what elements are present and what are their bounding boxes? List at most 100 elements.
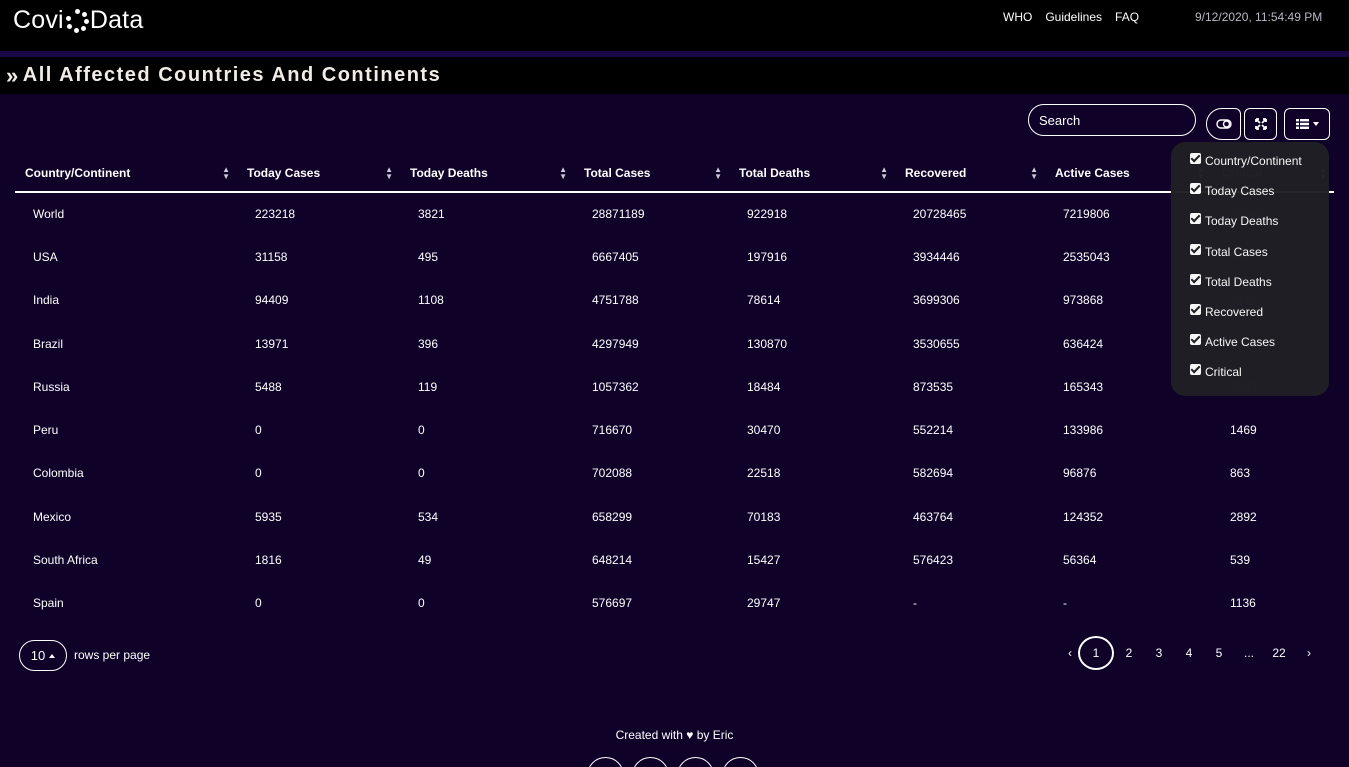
checkbox-checked-icon[interactable] bbox=[1190, 334, 1201, 346]
value-cell: 13971 bbox=[255, 336, 289, 351]
table-row[interactable]: India94409110847517887861436993069738688… bbox=[15, 279, 1334, 322]
value-cell: 130870 bbox=[747, 336, 788, 351]
table-row[interactable]: World 223218 3821 28871189 922918 20728465 721… bbox=[15, 192, 1334, 235]
nav-link-faq[interactable]: FAQ bbox=[1115, 10, 1139, 24]
column-header[interactable]: Today Deaths ▲ ▼ bbox=[400, 155, 574, 193]
value-cell: 1136 bbox=[1230, 596, 1256, 611]
credit-suffix: by Eric bbox=[696, 728, 734, 742]
next-page-button[interactable]: › bbox=[1294, 646, 1324, 660]
page-button[interactable]: 2 bbox=[1114, 646, 1144, 660]
page-button-current[interactable]: 1 bbox=[1078, 636, 1114, 670]
checkbox-checked-icon[interactable] bbox=[1190, 183, 1201, 195]
country-cell: USA bbox=[33, 249, 58, 264]
checkbox-checked-icon[interactable] bbox=[1190, 243, 1201, 255]
column-toggle-option[interactable]: Critical bbox=[1190, 361, 1329, 391]
social-link-1[interactable] bbox=[587, 757, 624, 767]
value-cell: 6667405 bbox=[592, 249, 639, 264]
column-header[interactable]: Total Deaths ▲ ▼ bbox=[729, 155, 895, 193]
value-cell: 0 bbox=[255, 423, 262, 438]
value-cell: 648214 bbox=[592, 553, 633, 568]
value-cell: 0 bbox=[255, 466, 262, 481]
country-cell: South Africa bbox=[33, 553, 98, 568]
table-row[interactable]: Peru 0 0 716670 30470 552214 133986 1469 bbox=[15, 408, 1334, 451]
sort-icon: ▲▼ bbox=[559, 165, 567, 181]
value-cell: 658299 bbox=[592, 509, 633, 524]
page-button[interactable]: 4 bbox=[1174, 646, 1204, 660]
value-cell: 223218 bbox=[255, 207, 296, 222]
columns-menu-button[interactable] bbox=[1284, 108, 1330, 140]
rows-per-page-label: rows per page bbox=[74, 648, 151, 662]
rows-per-page-select[interactable]: 10 bbox=[19, 640, 67, 671]
value-cell: 463764 bbox=[913, 509, 954, 524]
country-cell: World bbox=[33, 207, 65, 222]
credit-prefix: Created with bbox=[615, 728, 683, 742]
search-input[interactable] bbox=[1028, 104, 1196, 136]
column-header[interactable]: Total Cases ▲ ▼ bbox=[574, 155, 729, 193]
value-cell: 197916 bbox=[747, 249, 788, 264]
value-cell: 96876 bbox=[1063, 466, 1097, 481]
column-toggle-option[interactable]: Total Cases bbox=[1190, 241, 1329, 271]
column-header[interactable]: Recovered ▲ ▼ bbox=[895, 155, 1045, 193]
caret-up-icon bbox=[49, 653, 56, 658]
value-cell: 5488 bbox=[255, 379, 282, 394]
social-link-4[interactable] bbox=[722, 757, 759, 767]
value-cell: 4751788 bbox=[592, 293, 639, 308]
table-row[interactable]: Mexico 5935 534 658299 70183 463764 124352 2892 bbox=[15, 495, 1334, 538]
column-visibility-menu: Country/Continent Today Cases Today Deaths… bbox=[1171, 142, 1329, 396]
social-link-2[interactable] bbox=[632, 757, 669, 767]
column-toggle-option[interactable]: Today Cases bbox=[1190, 180, 1329, 210]
column-toggle-option[interactable]: Active Cases bbox=[1190, 331, 1329, 361]
value-cell: 3934446 bbox=[913, 249, 960, 264]
column-toggle-label: Total Cases bbox=[1205, 244, 1268, 259]
page-button[interactable]: ... bbox=[1234, 646, 1264, 660]
section-title: All Affected Countries And Continents bbox=[22, 64, 442, 86]
checkbox-checked-icon[interactable] bbox=[1190, 213, 1201, 225]
section-header: » All Affected Countries And Continents bbox=[0, 57, 1349, 94]
checkbox-checked-icon[interactable] bbox=[1190, 364, 1201, 376]
page-button[interactable]: 22 bbox=[1264, 646, 1294, 660]
checkbox-checked-icon[interactable] bbox=[1190, 273, 1201, 285]
social-link-3[interactable] bbox=[677, 757, 714, 767]
brand-name-left: Covi bbox=[13, 6, 64, 34]
prev-page-button[interactable]: ‹ bbox=[1062, 646, 1078, 660]
checkbox-checked-icon[interactable] bbox=[1190, 303, 1201, 315]
nav-link-who[interactable]: WHO bbox=[1003, 10, 1032, 24]
nav-link-guidelines[interactable]: Guidelines bbox=[1045, 10, 1102, 24]
value-cell: 4297949 bbox=[592, 336, 639, 351]
column-toggle-option[interactable]: Recovered bbox=[1190, 301, 1329, 331]
column-toggle-option[interactable]: Total Deaths bbox=[1190, 271, 1329, 301]
value-cell: 539 bbox=[1230, 553, 1251, 568]
column-header[interactable]: Today Cases ▲ ▼ bbox=[237, 155, 400, 193]
brand-logo[interactable]: Covi Data bbox=[13, 6, 143, 35]
virus-dots-icon bbox=[65, 8, 89, 33]
toggle-view-button[interactable] bbox=[1206, 108, 1241, 140]
column-toggle-label: Today Cases bbox=[1205, 184, 1275, 199]
table-row[interactable]: Russia5488119105736218484873535165343230… bbox=[15, 365, 1334, 408]
table-row[interactable]: Colombia 0 0 702088 22518 582694 96876 863 bbox=[15, 452, 1334, 495]
country-cell: Russia bbox=[33, 379, 70, 394]
column-toggle-option[interactable]: Country/Continent bbox=[1190, 150, 1329, 180]
fullscreen-button[interactable] bbox=[1244, 108, 1277, 140]
value-cell: 28871189 bbox=[592, 207, 645, 222]
value-cell: 552214 bbox=[913, 423, 954, 438]
value-cell: 0 bbox=[255, 596, 262, 611]
table-row[interactable]: Spain 0 0 576697 29747 - - 1136 bbox=[15, 582, 1334, 625]
table-row[interactable]: Brazil 13971 396 4297949 130870 3530655 636424… bbox=[15, 322, 1334, 365]
checkbox-checked-icon[interactable] bbox=[1190, 153, 1201, 164]
page-button[interactable]: 5 bbox=[1204, 646, 1234, 660]
column-toggle-label: Active Cases bbox=[1205, 335, 1276, 350]
value-cell: - bbox=[1063, 596, 1067, 611]
column-toggle-label: Total Deaths bbox=[1205, 274, 1272, 289]
value-cell: 5935 bbox=[255, 509, 282, 524]
table-row[interactable]: South Africa 1816 49 648214 15427 576423 56364… bbox=[15, 538, 1334, 581]
value-cell: 3821 bbox=[418, 207, 445, 222]
column-header[interactable]: Country/Continent ▲ ▼ bbox=[15, 155, 237, 193]
footer-credit: Created with ♥ by Eric bbox=[0, 728, 1349, 742]
page-button[interactable]: 3 bbox=[1144, 646, 1174, 660]
expand-icon bbox=[1254, 118, 1267, 130]
table-row[interactable]: USA3115849566674051979163934446253504314… bbox=[15, 235, 1334, 278]
column-toggle-option[interactable]: Today Deaths bbox=[1190, 210, 1329, 240]
brand-name-right: Data bbox=[89, 6, 144, 34]
value-cell: 124352 bbox=[1063, 509, 1104, 524]
social-links bbox=[587, 757, 759, 767]
